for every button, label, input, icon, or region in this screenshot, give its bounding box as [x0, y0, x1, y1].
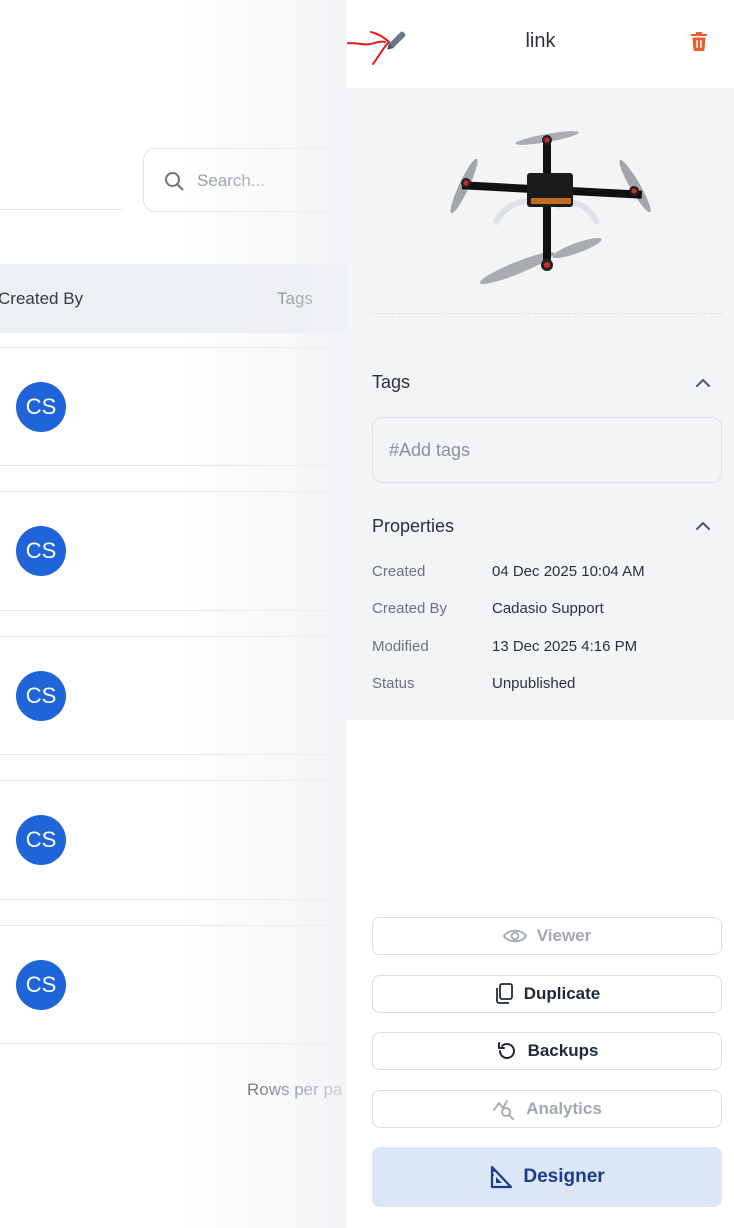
- chevron-up-icon[interactable]: [695, 375, 711, 391]
- backups-button[interactable]: Backups: [372, 1032, 722, 1070]
- duplicate-button[interactable]: Duplicate: [372, 975, 722, 1013]
- analytics-icon: [493, 1100, 515, 1120]
- tags-input[interactable]: [372, 417, 722, 483]
- designer-button[interactable]: Designer: [372, 1147, 722, 1207]
- duplicate-label: Duplicate: [523, 984, 601, 1003]
- column-tags[interactable]: Tags: [277, 289, 313, 309]
- panel-header: link: [347, 0, 734, 88]
- row-divider: [0, 636, 347, 637]
- tags-section-title: Tags: [372, 372, 411, 392]
- property-value-status: Unpublished: [492, 675, 576, 692]
- property-label-status: Status: [372, 675, 415, 692]
- table-header: Created By Tags: [0, 264, 347, 333]
- designer-label: Designer: [523, 1166, 605, 1187]
- panel-title: link: [525, 30, 556, 52]
- analytics-button[interactable]: Analytics: [372, 1090, 722, 1128]
- filter-underline: [0, 209, 122, 210]
- chevron-up-icon[interactable]: [695, 518, 711, 534]
- row-divider: [0, 610, 347, 611]
- copy-icon: [495, 983, 513, 1004]
- property-label-created: Created: [372, 563, 426, 580]
- asset-list: Search... Created By Tags CS CS CS CS CS…: [0, 0, 383, 1228]
- viewer-button[interactable]: Viewer: [372, 917, 722, 955]
- backups-label: Backups: [527, 1041, 599, 1060]
- row-divider: [0, 491, 347, 492]
- viewer-label: Viewer: [536, 926, 592, 945]
- rows-per-page-label: Rows per pa: [247, 1080, 343, 1099]
- row-divider: [0, 899, 347, 900]
- eye-icon: [502, 929, 527, 943]
- property-value-created-by: Cadasio Support: [492, 600, 604, 617]
- search-input[interactable]: Search...: [197, 171, 265, 191]
- property-value-modified: 13 Dec 2025 4:16 PM: [492, 638, 638, 655]
- model-thumbnail: [450, 131, 651, 284]
- search-icon: [165, 172, 184, 191]
- property-label-modified: Modified: [372, 638, 429, 655]
- set-square-icon: [491, 1165, 513, 1189]
- properties-section-title: Properties: [372, 516, 455, 536]
- details-panel: link Tags #Add tags Properties Created 0…: [347, 0, 734, 1228]
- avatar: CS: [16, 815, 66, 865]
- avatar: CS: [16, 960, 66, 1010]
- row-divider: [0, 925, 347, 926]
- row-divider: [0, 780, 347, 781]
- analytics-label: Analytics: [526, 1099, 602, 1118]
- row-divider: [0, 465, 347, 466]
- panel-body: Tags Properties Created 04 Dec 2025 10:0…: [347, 88, 734, 720]
- history-icon: [497, 1042, 515, 1059]
- divider: [372, 313, 722, 314]
- row-divider: [0, 754, 347, 755]
- property-label-created-by: Created By: [372, 600, 448, 617]
- avatar: CS: [16, 671, 66, 721]
- trash-icon[interactable]: [687, 29, 711, 53]
- avatar: CS: [16, 526, 66, 576]
- avatar: CS: [16, 382, 66, 432]
- property-value-created: 04 Dec 2025 10:04 AM: [492, 563, 645, 580]
- column-created-by[interactable]: Created By: [0, 289, 83, 309]
- row-divider: [0, 1043, 347, 1044]
- row-divider: [0, 347, 347, 348]
